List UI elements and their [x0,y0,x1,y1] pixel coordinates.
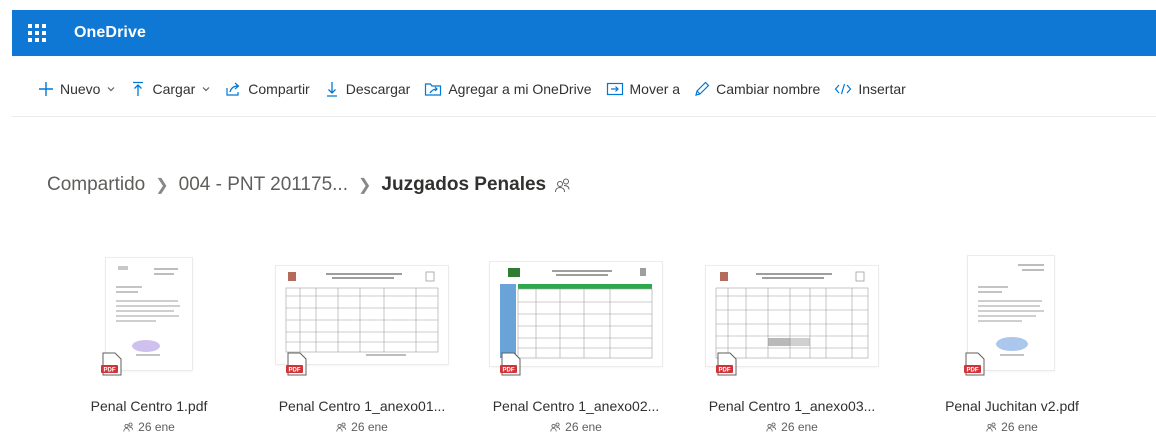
file-thumbnail [706,266,878,366]
toolbar-divider [12,116,1156,117]
svg-text:PDF: PDF [719,368,731,374]
rename-label: Cambiar nombre [716,81,821,97]
download-button[interactable]: Descargar [324,81,411,97]
file-tile[interactable]: PDF Penal Centro 1_anexo01... 26 ene [262,248,462,436]
file-thumbnail [490,262,662,366]
svg-text:PDF: PDF [967,368,979,374]
breadcrumb-item-folder[interactable]: 004 - PNT 201175... [179,174,348,196]
embed-label: Insertar [858,81,906,97]
file-name[interactable]: Penal Juchitan v2.pdf [912,398,1112,414]
spreadsheet-preview [715,271,869,359]
upload-icon [133,81,144,96]
spreadsheet-preview [285,271,439,356]
chevron-right-icon: ❯ [357,177,372,194]
file-tile[interactable]: PDF Penal Centro 1_anexo02... 26 ene [476,248,676,436]
svg-text:PDF: PDF [503,368,515,374]
pdf-file-icon: PDF [286,352,307,376]
file-meta: 26 ene [912,420,1112,434]
suite-header: OneDrive [12,10,1156,56]
chevron-down-icon [108,87,115,92]
file-meta: 26 ene [476,420,676,434]
file-date: 26 ene [138,420,175,434]
share-button[interactable]: Compartir [225,81,310,97]
add-to-onedrive-button[interactable]: Agregar a mi OneDrive [424,81,592,97]
app-title[interactable]: OneDrive [74,24,146,42]
new-label: Nuevo [60,81,101,97]
file-tile[interactable]: PDF Penal Centro 1.pdf 26 ene [49,248,249,436]
chevron-right-icon: ❯ [155,177,169,194]
file-meta: 26 ene [49,420,249,434]
file-name[interactable]: Penal Centro 1_anexo03... [692,398,892,414]
rename-button[interactable]: Cambiar nombre [694,81,820,97]
shared-people-icon [555,178,570,193]
embed-button[interactable]: Insertar [834,81,906,97]
shared-people-icon [766,422,777,432]
download-label: Descargar [345,81,411,97]
file-tile[interactable]: PDF Penal Centro 1_anexo03... 26 ene [692,248,892,436]
file-date: 26 ene [781,420,818,434]
file-name[interactable]: Penal Centro 1_anexo02... [476,398,676,414]
add-shortcut-icon [425,83,442,96]
file-meta: 26 ene [262,420,462,434]
pdf-file-icon: PDF [964,352,985,376]
shared-people-icon [123,422,134,432]
svg-text:PDF: PDF [289,368,301,374]
svg-text:PDF: PDF [104,368,116,374]
share-label: Compartir [248,81,310,97]
file-name[interactable]: Penal Centro 1_anexo01... [262,398,462,414]
breadcrumb-current: Juzgados Penales [381,174,547,195]
shared-people-icon [336,422,347,432]
shared-people-icon [986,422,997,432]
move-icon [606,82,623,96]
command-bar: Nuevo Cargar Compartir Descargar Agregar… [38,72,920,106]
file-meta: 26 ene [692,420,892,434]
new-button[interactable]: Nuevo [38,81,116,97]
download-icon [326,82,337,97]
code-icon [835,83,852,95]
pencil-icon [695,81,710,96]
plus-icon [39,82,53,96]
move-to-label: Mover a [629,81,681,97]
breadcrumb-item-shared[interactable]: Compartido [47,174,145,196]
file-grid: PDF Penal Centro 1.pdf 26 ene PDF Penal … [0,248,1156,436]
shared-people-icon [550,422,561,432]
file-tile[interactable]: PDF Penal Juchitan v2.pdf 26 ene [912,248,1112,436]
upload-label: Cargar [152,81,196,97]
app-launcher-icon[interactable] [26,22,48,44]
spreadsheet-preview [500,268,653,359]
file-name[interactable]: Penal Centro 1.pdf [49,398,249,414]
file-date: 26 ene [351,420,388,434]
chevron-down-icon [202,87,210,92]
pdf-file-icon: PDF [716,352,737,376]
upload-button[interactable]: Cargar [130,81,211,97]
breadcrumb: Compartido ❯ 004 - PNT 201175... ❯ Juzga… [47,174,572,196]
add-to-onedrive-label: Agregar a mi OneDrive [448,81,592,97]
file-date: 26 ene [1001,420,1038,434]
share-icon [226,82,240,96]
pdf-file-icon: PDF [500,352,521,376]
move-to-button[interactable]: Mover a [606,81,681,97]
file-date: 26 ene [565,420,602,434]
pdf-file-icon: PDF [101,352,122,376]
file-thumbnail [276,266,448,364]
